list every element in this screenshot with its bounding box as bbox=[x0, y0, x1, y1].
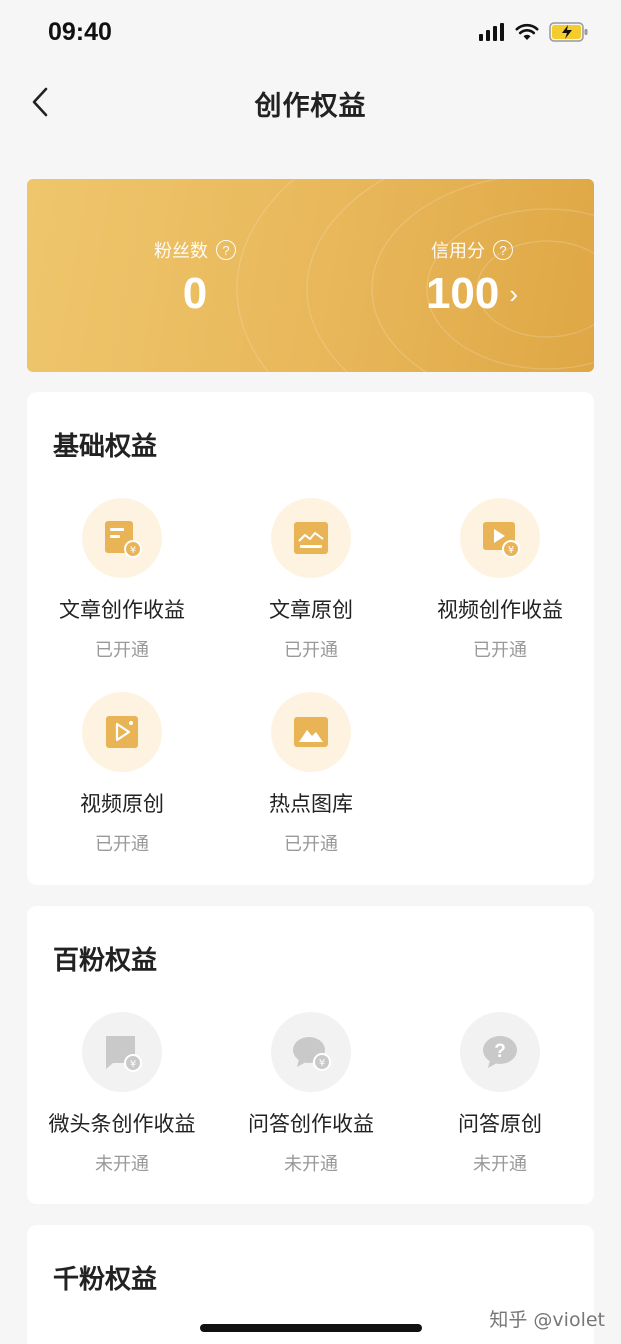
benefit-label: 视频原创 bbox=[80, 792, 164, 816]
benefit-status: 已开通 bbox=[95, 640, 149, 661]
video-original-icon bbox=[106, 716, 138, 748]
section-title: 百粉权益 bbox=[53, 946, 158, 976]
status-bar: 09:40 bbox=[0, 0, 621, 64]
svg-text:¥: ¥ bbox=[508, 545, 514, 556]
icon-badge: ¥ bbox=[460, 498, 540, 578]
nav-bar: 创作权益 bbox=[0, 64, 621, 140]
benefit-item-image-library[interactable]: 热点图库 已开通 bbox=[216, 692, 406, 856]
benefit-item-video-original[interactable]: 视频原创 已开通 bbox=[27, 692, 217, 856]
section-title: 千粉权益 bbox=[53, 1265, 158, 1295]
icon-badge: ¥ bbox=[82, 1012, 162, 1092]
basic-benefits-section: 基础权益 ¥ 文章创作收益 已开通 文章原创 已开通 ¥ 视频创作收益 已开通 … bbox=[27, 392, 594, 885]
article-original-icon bbox=[294, 522, 328, 554]
image-library-icon bbox=[294, 717, 328, 747]
fans-label-row: 粉丝数 ? bbox=[154, 237, 236, 263]
wifi-icon bbox=[515, 23, 539, 40]
benefit-item-article-income[interactable]: ¥ 文章创作收益 已开通 bbox=[27, 498, 217, 662]
qa-original-icon: ? bbox=[483, 1036, 517, 1068]
credit-help-icon[interactable]: ? bbox=[493, 240, 513, 260]
qa-income-icon: ¥ bbox=[293, 1037, 331, 1071]
svg-text:¥: ¥ bbox=[130, 1059, 136, 1070]
benefit-status: 已开通 bbox=[473, 640, 527, 661]
stats-card: 粉丝数 ? 0 信用分 ? 100 › bbox=[27, 179, 594, 372]
svg-text:?: ? bbox=[494, 1041, 506, 1062]
chevron-right-icon: › bbox=[509, 278, 519, 309]
benefit-status: 未开通 bbox=[95, 1154, 149, 1175]
article-income-icon: ¥ bbox=[105, 521, 142, 558]
micro-post-income-icon: ¥ bbox=[106, 1036, 142, 1072]
benefit-item-article-original[interactable]: 文章原创 已开通 bbox=[216, 498, 406, 662]
status-icons bbox=[479, 22, 589, 42]
fans-label: 粉丝数 bbox=[154, 241, 208, 262]
section-title: 基础权益 bbox=[53, 432, 158, 462]
benefit-status: 已开通 bbox=[95, 834, 149, 855]
fans-stat: 粉丝数 ? 0 bbox=[75, 237, 315, 319]
benefit-status: 已开通 bbox=[284, 834, 338, 855]
video-income-icon: ¥ bbox=[483, 522, 520, 558]
battery-charging-icon bbox=[549, 22, 588, 42]
benefit-label: 热点图库 bbox=[269, 792, 353, 816]
icon-badge: ¥ bbox=[271, 1012, 351, 1092]
icon-badge: ¥ bbox=[82, 498, 162, 578]
icon-badge bbox=[271, 692, 351, 772]
signal-icon bbox=[479, 23, 504, 41]
status-time: 09:40 bbox=[48, 18, 112, 46]
benefit-label: 问答创作收益 bbox=[248, 1112, 374, 1136]
benefit-item-qa-original[interactable]: ? 问答原创 未开通 bbox=[405, 1012, 595, 1176]
benefit-label: 文章创作收益 bbox=[59, 598, 185, 622]
benefit-label: 问答原创 bbox=[458, 1112, 542, 1136]
icon-badge: ? bbox=[460, 1012, 540, 1092]
benefit-item-qa-income[interactable]: ¥ 问答创作收益 未开通 bbox=[216, 1012, 406, 1176]
home-indicator bbox=[200, 1324, 422, 1332]
benefit-status: 未开通 bbox=[473, 1154, 527, 1175]
credit-value: 100 bbox=[425, 269, 500, 318]
credit-label: 信用分 bbox=[431, 241, 485, 262]
svg-text:¥: ¥ bbox=[130, 545, 136, 556]
benefit-label: 微头条创作收益 bbox=[48, 1112, 196, 1136]
svg-text:¥: ¥ bbox=[319, 1058, 325, 1069]
hundred-fans-benefits-section: 百粉权益 ¥ 微头条创作收益 未开通 ¥ 问答创作收益 未开通 ? 问答原创 未… bbox=[27, 906, 594, 1204]
benefit-status: 未开通 bbox=[284, 1154, 338, 1175]
fans-help-icon[interactable]: ? bbox=[216, 240, 236, 260]
fans-value: 0 bbox=[182, 269, 208, 318]
watermark: 知乎 @violet bbox=[489, 1309, 605, 1331]
benefit-label: 视频创作收益 bbox=[437, 598, 563, 622]
icon-badge bbox=[82, 692, 162, 772]
credit-stat[interactable]: 信用分 ? 100 › bbox=[352, 237, 592, 319]
benefit-status: 已开通 bbox=[284, 640, 338, 661]
benefit-item-video-income[interactable]: ¥ 视频创作收益 已开通 bbox=[405, 498, 595, 662]
credit-value-row: 100 › bbox=[426, 269, 518, 319]
page-title: 创作权益 bbox=[254, 91, 367, 122]
credit-label-row: 信用分 ? bbox=[431, 237, 513, 263]
benefit-item-micro-post-income[interactable]: ¥ 微头条创作收益 未开通 bbox=[27, 1012, 217, 1176]
icon-badge bbox=[271, 498, 351, 578]
benefit-label: 文章原创 bbox=[269, 598, 353, 622]
